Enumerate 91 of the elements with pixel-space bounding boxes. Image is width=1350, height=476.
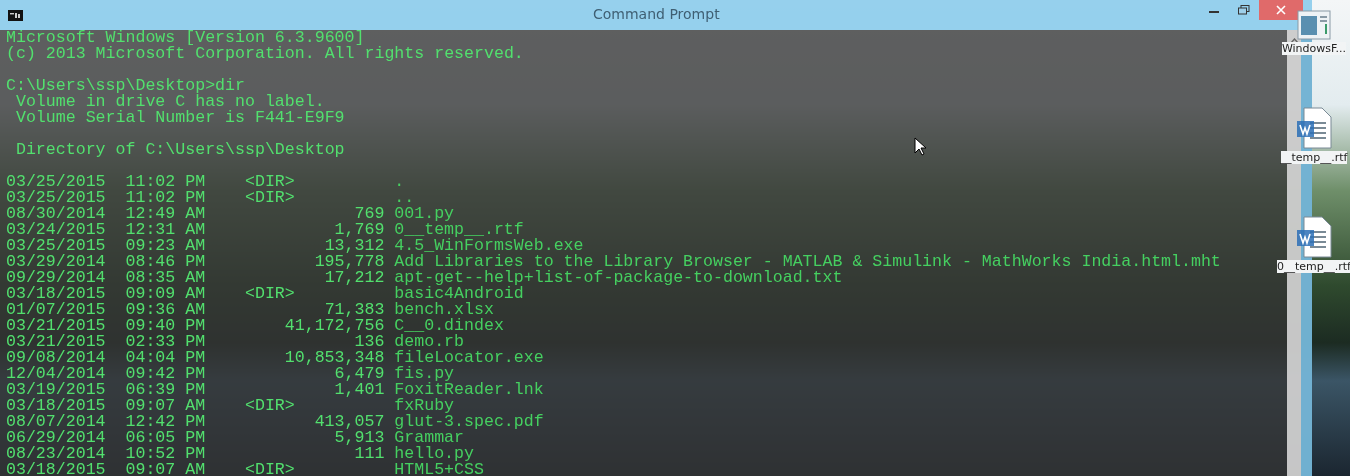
entry-date: 03/25/2015 <box>6 190 106 206</box>
entry-date: 03/21/2015 <box>6 318 106 334</box>
console-line: Microsoft Windows [Version 6.3.9600] <box>6 30 365 46</box>
entry-date: 08/07/2014 <box>6 414 106 430</box>
directory-tag: <DIR> <box>244 398 295 414</box>
entry-name: basic4Android <box>394 286 524 302</box>
entry-date: 09/08/2014 <box>6 350 106 366</box>
file-size: 136 <box>354 334 385 350</box>
entry-name: Grammar <box>394 430 465 446</box>
entry-time: 11:02 PM <box>125 174 206 190</box>
file-size: 769 <box>353 206 385 222</box>
mouse-cursor-icon <box>914 137 926 156</box>
entry-time: 09:42 PM <box>125 366 206 382</box>
command-prompt-line: C:\Users\ssp\Desktop>dir <box>6 78 245 94</box>
file-size: 71,383 <box>323 302 385 318</box>
console-line: (c) 2013 Microsoft Corporation. All rights reserved. <box>6 46 524 62</box>
entry-time: 08:35 AM <box>125 270 206 286</box>
entry-name: . <box>394 174 405 190</box>
entry-name: fileLocator.exe <box>394 350 544 366</box>
directory-tag: <DIR> <box>244 286 295 302</box>
entry-time: 12:42 PM <box>125 414 206 430</box>
entry-name: fxRuby <box>394 398 455 414</box>
file-size: 41,172,756 <box>283 318 385 334</box>
entry-name: demo.rb <box>394 334 465 350</box>
entry-date: 06/29/2014 <box>6 430 106 446</box>
entry-name: apt-get--help+list-of-package-to-download.txt <box>394 270 843 286</box>
entry-time: 06:05 PM <box>125 430 206 446</box>
file-size: 13,312 <box>323 238 385 254</box>
entry-date: 12/04/2014 <box>6 366 106 382</box>
entry-time: 06:39 PM <box>125 382 206 398</box>
directory-heading: Directory of C:\Users\ssp\Desktop <box>14 142 345 158</box>
entry-date: 03/24/2015 <box>6 222 106 238</box>
entry-time: 09:40 PM <box>125 318 206 334</box>
file-size: 413,057 <box>313 414 385 430</box>
entry-time: 09:36 AM <box>125 302 206 318</box>
word-document-icon[interactable] <box>1296 216 1332 258</box>
entry-date: 03/18/2015 <box>6 462 106 476</box>
entry-name: 0__temp__.rtf <box>394 222 524 238</box>
entry-time: 09:07 AM <box>125 398 206 414</box>
entry-name: FoxitReader.lnk <box>394 382 544 398</box>
entry-date: 09/29/2014 <box>6 270 106 286</box>
entry-time: 09:07 AM <box>125 462 206 476</box>
entry-time: 04:04 PM <box>125 350 206 366</box>
entry-date: 03/19/2015 <box>6 382 106 398</box>
entry-time: 02:33 PM <box>125 334 206 350</box>
desktop-icon-label[interactable]: WindowsF... <box>1281 42 1347 55</box>
file-size: 195,778 <box>313 254 385 270</box>
console-app-icon <box>8 9 23 21</box>
console-line: Volume Serial Number is F441-E9F9 <box>14 110 345 126</box>
entry-name: Add Libraries to the Library Browser - MATLAB & Simulink - MathWorks India.html.mht <box>394 254 1221 270</box>
maximize-icon <box>1238 5 1250 15</box>
application-window-icon[interactable] <box>1297 10 1331 40</box>
entry-date: 03/18/2015 <box>6 398 106 414</box>
file-size: 17,212 <box>324 270 385 286</box>
entry-name: hello.py <box>394 446 474 462</box>
entry-date: 03/25/2015 <box>6 238 106 254</box>
directory-tag: <DIR> <box>244 174 295 190</box>
entry-time: 09:23 AM <box>125 238 206 254</box>
file-size: 6,479 <box>334 366 385 382</box>
file-size: 1,769 <box>333 222 385 238</box>
entry-name: 4.5_WinFormsWeb.exe <box>394 238 584 254</box>
entry-time: 12:49 AM <box>125 206 206 222</box>
entry-date: 08/30/2014 <box>6 206 106 222</box>
entry-name: .. <box>394 190 415 206</box>
entry-date: 03/25/2015 <box>6 174 106 190</box>
entry-time: 09:09 AM <box>125 286 206 302</box>
entry-name: glut-3.spec.pdf <box>394 414 544 430</box>
entry-date: 03/21/2015 <box>6 334 106 350</box>
entry-name: C__0.dindex <box>394 318 504 334</box>
file-size: 5,913 <box>334 430 385 446</box>
entry-date: 08/23/2014 <box>6 446 106 462</box>
entry-time: 12:31 AM <box>125 222 206 238</box>
directory-tag: <DIR> <box>244 462 295 476</box>
entry-date: 03/29/2014 <box>6 254 106 270</box>
entry-time: 10:52 PM <box>125 446 206 462</box>
entry-name: HTML5+CSS <box>394 462 484 476</box>
file-size: 1,401 <box>333 382 385 398</box>
entry-date: 03/18/2015 <box>6 286 106 302</box>
file-size: 111 <box>354 446 385 462</box>
file-size: 10,853,348 <box>283 350 385 366</box>
entry-time: 08:46 PM <box>125 254 206 270</box>
entry-date: 01/07/2015 <box>6 302 106 318</box>
console-line: Volume in drive C has no label. <box>15 94 325 110</box>
window-title: Command Prompt <box>593 6 720 22</box>
entry-name: 001.py <box>394 206 455 222</box>
close-icon <box>1276 5 1286 15</box>
entry-name: fis.py <box>394 366 455 382</box>
word-document-icon[interactable] <box>1296 107 1332 149</box>
directory-tag: <DIR> <box>244 190 295 206</box>
entry-time: 11:02 PM <box>125 190 206 206</box>
entry-name: bench.xlsx <box>394 302 494 318</box>
